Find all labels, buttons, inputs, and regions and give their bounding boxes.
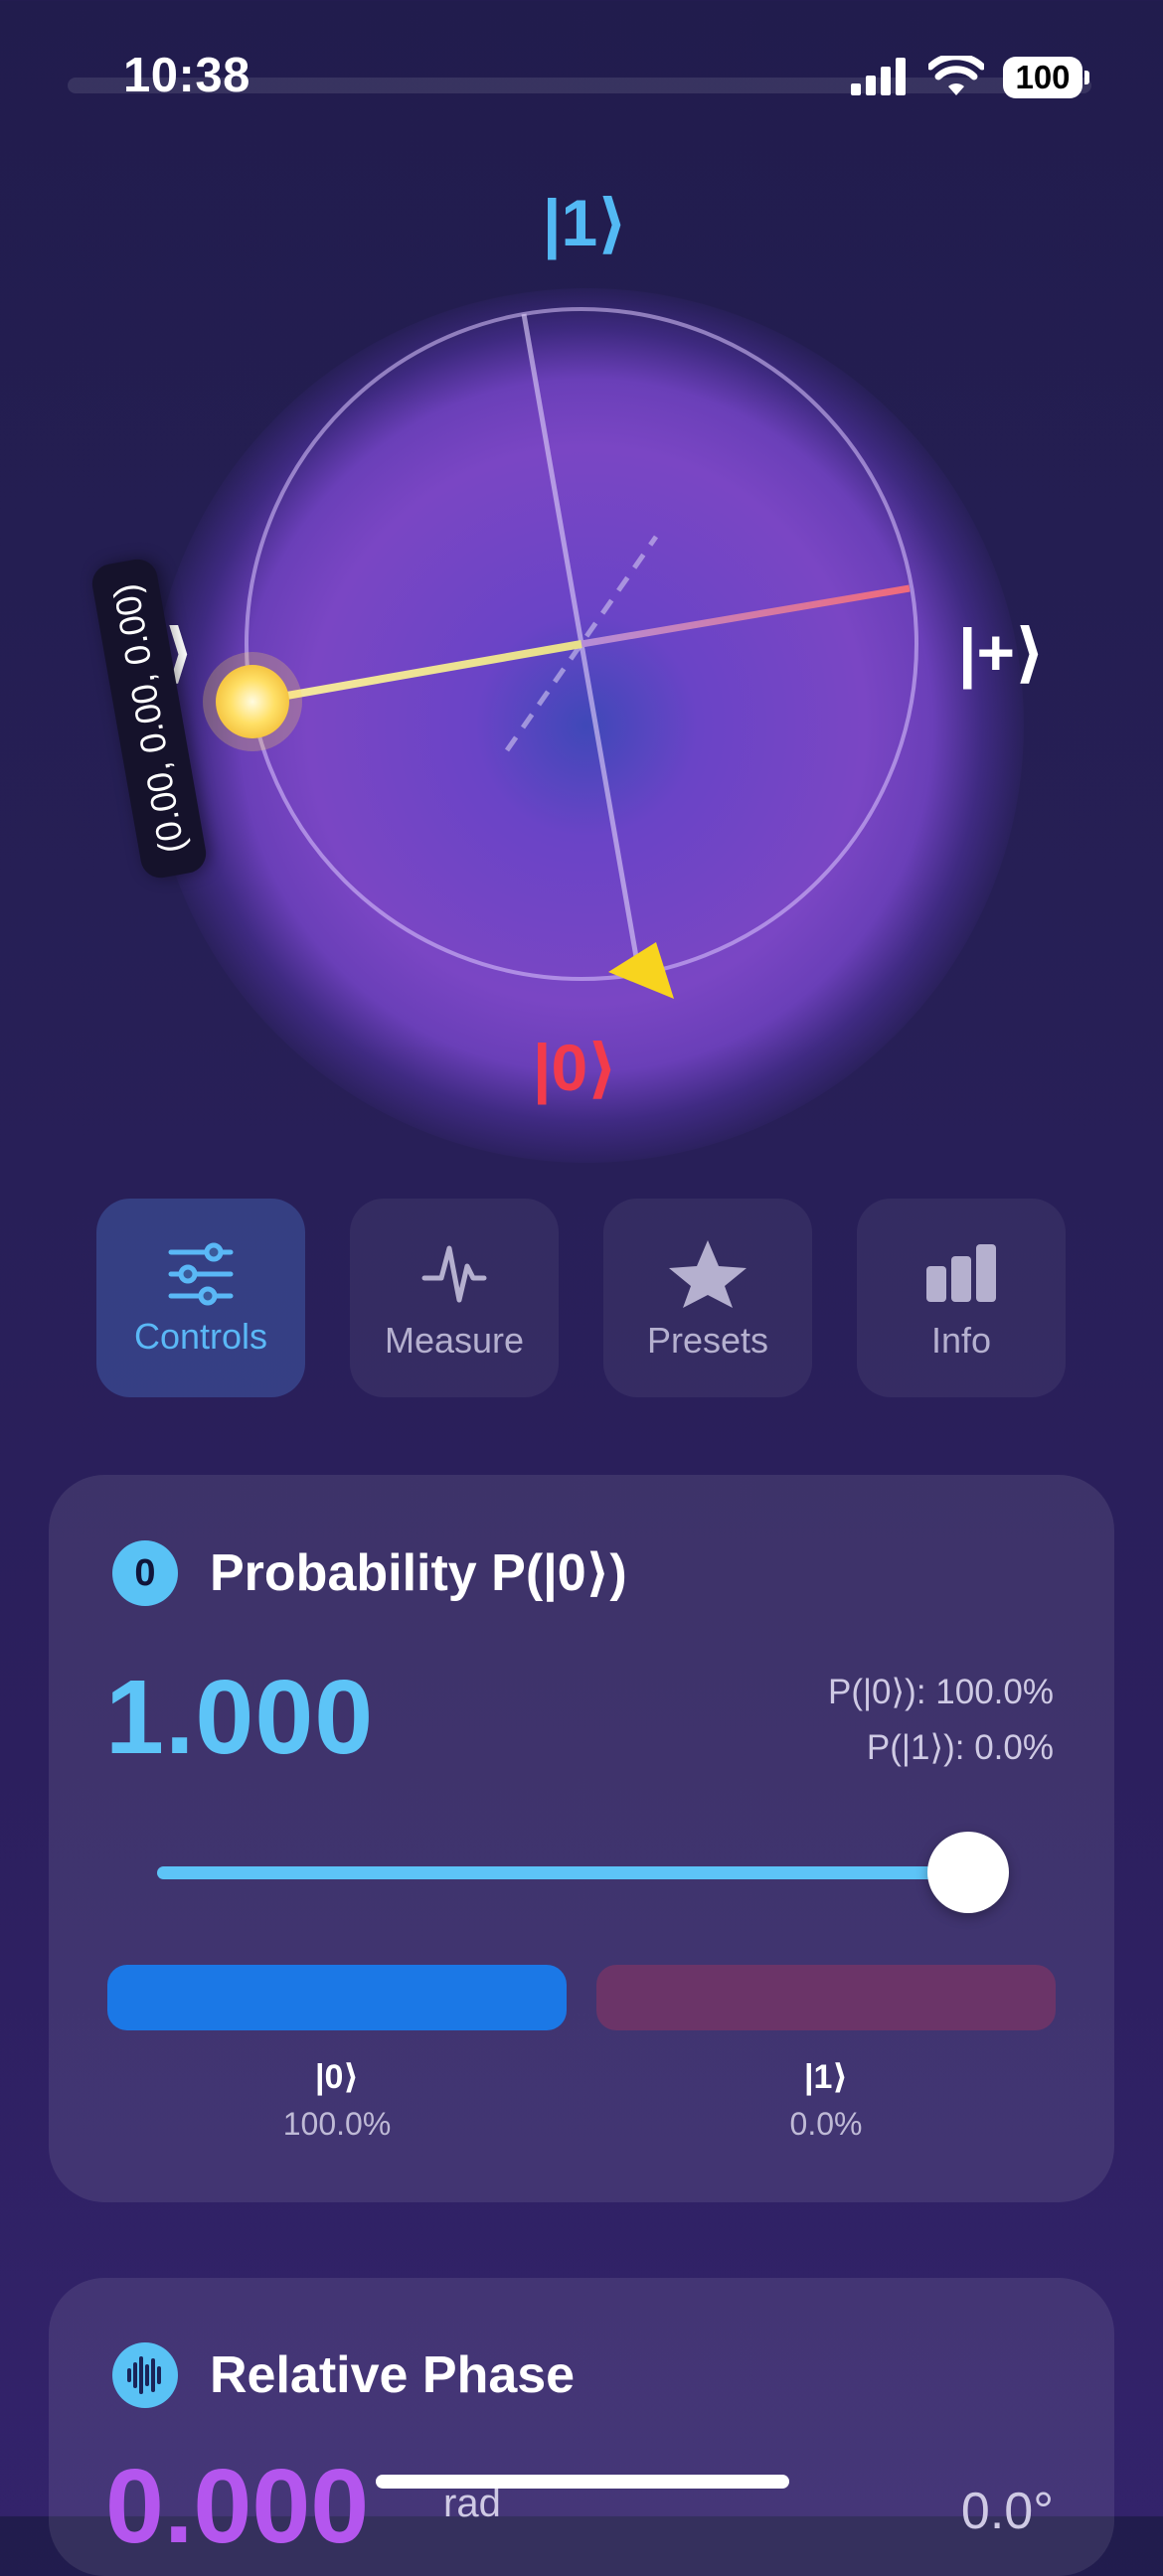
waveform-circle-icon [112, 2342, 178, 2408]
bar-chart-icon [926, 1244, 996, 1302]
axis-label-zero: |0⟩ [533, 1031, 618, 1104]
probability-slider-track[interactable] [157, 1866, 964, 1879]
x-axis [581, 584, 911, 648]
state-one-label: |1⟩ [804, 2058, 848, 2096]
probability-slider-thumb[interactable] [927, 1832, 1009, 1913]
probability-badge: 0 [112, 1540, 178, 1606]
probability-title: Probability P(|0⟩) [210, 1544, 627, 1602]
tab-label: Presets [646, 1320, 769, 1361]
p0-readout: P(|0⟩): 100.0% [827, 1673, 1054, 1711]
rotation-arrow-icon[interactable] [608, 942, 674, 999]
phase-value: 0.000 [105, 2448, 370, 2565]
tab-label: Info [930, 1320, 992, 1361]
axis-label-one: |1⟩ [543, 186, 628, 259]
state-vector [251, 640, 582, 706]
axis-label-plus: |+⟩ [958, 615, 1046, 689]
tab-controls[interactable]: Controls [96, 1199, 305, 1397]
state-zero-bar [107, 1965, 567, 2030]
relative-phase-title: Relative Phase [210, 2346, 576, 2404]
tab-label: Measure [384, 1320, 525, 1361]
state-zero-label: |0⟩ [315, 2058, 359, 2096]
waveform-icon [421, 1245, 487, 1303]
tab-measure[interactable]: Measure [350, 1199, 559, 1397]
sliders-icon [168, 1242, 234, 1306]
bloch-sphere[interactable] [0, 0, 1163, 1193]
home-indicator[interactable] [376, 2475, 789, 2489]
tab-label: Controls [133, 1316, 268, 1357]
tab-info[interactable]: Info [857, 1199, 1066, 1397]
state-one-percent: 0.0% [789, 2106, 863, 2142]
state-vector-tip[interactable] [216, 665, 289, 738]
star-icon [669, 1240, 747, 1308]
phase-degrees: 0.0° [960, 2483, 1054, 2540]
state-zero-percent: 100.0% [282, 2106, 392, 2142]
tab-presets[interactable]: Presets [603, 1199, 812, 1397]
p1-readout: P(|1⟩): 0.0% [866, 1728, 1054, 1767]
state-one-bar [596, 1965, 1056, 2030]
probability-value: 1.000 [105, 1659, 375, 1776]
